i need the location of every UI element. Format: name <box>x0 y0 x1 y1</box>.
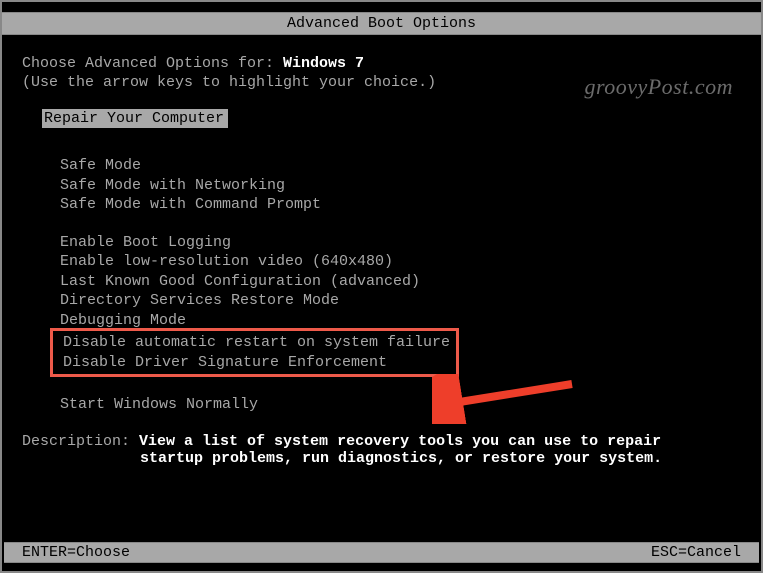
title-bar: Advanced Boot Options <box>2 12 761 35</box>
option-safe-mode[interactable]: Safe Mode <box>60 156 741 176</box>
option-disable-driver-signature[interactable]: Disable Driver Signature Enforcement <box>59 353 450 373</box>
option-group-1: Safe Mode Safe Mode with Networking Safe… <box>60 156 741 215</box>
footer-enter-hint: ENTER=Choose <box>22 544 130 561</box>
footer-esc-hint: ESC=Cancel <box>651 544 741 561</box>
annotation-highlight-box: Disable automatic restart on system fail… <box>50 328 459 377</box>
footer-bar: ENTER=Choose ESC=Cancel <box>4 542 759 563</box>
option-disable-auto-restart[interactable]: Disable automatic restart on system fail… <box>59 333 450 353</box>
option-group-2: Enable Boot Logging Enable low-resolutio… <box>60 233 741 378</box>
choose-line: Choose Advanced Options for: Windows 7 <box>22 55 741 72</box>
description-label: Description: <box>22 433 139 450</box>
option-enable-boot-logging[interactable]: Enable Boot Logging <box>60 233 741 253</box>
option-directory-services-restore[interactable]: Directory Services Restore Mode <box>60 291 741 311</box>
option-last-known-good-config[interactable]: Last Known Good Configuration (advanced) <box>60 272 741 292</box>
option-start-windows-normally[interactable]: Start Windows Normally <box>60 395 741 415</box>
option-safe-mode-networking[interactable]: Safe Mode with Networking <box>60 176 741 196</box>
title-text: Advanced Boot Options <box>287 15 476 32</box>
option-low-resolution-video[interactable]: Enable low-resolution video (640x480) <box>60 252 741 272</box>
option-repair-computer[interactable]: Repair Your Computer <box>42 109 228 128</box>
option-group-3: Start Windows Normally <box>60 395 741 415</box>
description-line-1: View a list of system recovery tools you… <box>139 433 661 450</box>
description-section: Description: View a list of system recov… <box>22 433 741 467</box>
watermark: groovyPost.com <box>584 74 733 100</box>
os-name: Windows 7 <box>283 55 364 72</box>
description-line-2: startup problems, run diagnostics, or re… <box>140 450 741 467</box>
option-safe-mode-command-prompt[interactable]: Safe Mode with Command Prompt <box>60 195 741 215</box>
selected-option-wrapper[interactable]: Repair Your Computer <box>22 109 741 156</box>
choose-prefix: Choose Advanced Options for: <box>22 55 283 72</box>
